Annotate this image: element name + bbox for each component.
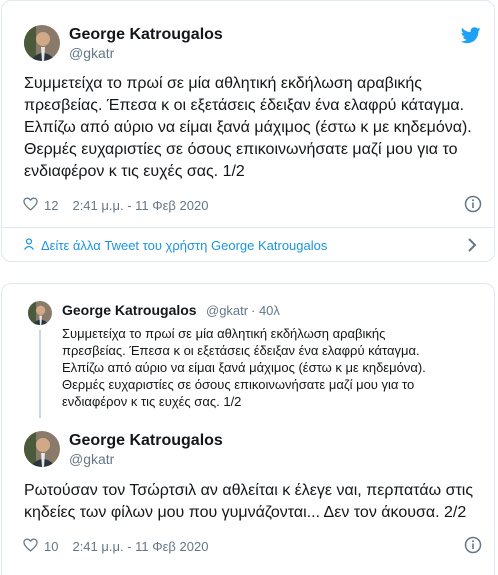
avatar[interactable] bbox=[28, 301, 52, 325]
reply-age: · 40λ bbox=[251, 303, 280, 318]
twitter-bird-icon[interactable] bbox=[460, 27, 481, 49]
reply-text: Συμμετείχα το πρωί σε μία αθλητική εκδήλ… bbox=[62, 326, 426, 409]
divider bbox=[2, 227, 494, 228]
tweet-text: Ρωτούσαν τον Τσώρτσιλ αν αθλείται κ έλεγ… bbox=[24, 482, 474, 521]
timestamp[interactable]: 2:41 μ.μ. - 11 Φεβ 2020 bbox=[72, 539, 208, 554]
tweet-card-1: George Katrougalos @gkatr Συμμετείχα το … bbox=[1, 0, 495, 262]
like-count[interactable]: 12 bbox=[44, 198, 58, 213]
tweet-text: Συμμετείχα το πρωί σε μία αθλητική εκδήλ… bbox=[24, 75, 472, 180]
reply-context: George Katrougalos @gkatr · 40λ Συμμετεί… bbox=[24, 296, 484, 420]
like-count[interactable]: 10 bbox=[44, 539, 58, 554]
reply-author-name[interactable]: George Katrougalos bbox=[62, 302, 197, 318]
heart-icon[interactable] bbox=[23, 197, 38, 214]
avatar[interactable] bbox=[24, 25, 60, 61]
more-tweets-label[interactable]: Δείτε άλλα Tweet του χρήστη George Katro… bbox=[41, 238, 327, 253]
reply-thread-line bbox=[39, 330, 41, 418]
tweet-card-2: George Katrougalos @gkatr · 40λ Συμμετεί… bbox=[1, 283, 495, 575]
heart-icon[interactable] bbox=[23, 538, 38, 555]
author-name[interactable]: George Katrougalos bbox=[69, 432, 223, 450]
author-name[interactable]: George Katrougalos bbox=[69, 26, 223, 44]
more-tweets-link[interactable]: Δείτε άλλα Tweet του χρήστη George Katro… bbox=[23, 238, 327, 253]
person-icon bbox=[23, 238, 35, 253]
reply-author-handle[interactable]: @gkatr bbox=[206, 303, 248, 318]
avatar[interactable] bbox=[24, 431, 60, 467]
timestamp[interactable]: 2:41 μ.μ. - 11 Φεβ 2020 bbox=[72, 198, 208, 213]
tweet-meta: 12 2:41 μ.μ. - 11 Φεβ 2020 bbox=[23, 197, 208, 214]
author-handle[interactable]: @gkatr bbox=[69, 451, 114, 467]
info-icon[interactable] bbox=[464, 195, 482, 218]
tweet-meta: 10 2:41 μ.μ. - 11 Φεβ 2020 bbox=[23, 538, 208, 555]
info-icon[interactable] bbox=[464, 536, 482, 559]
author-handle[interactable]: @gkatr bbox=[69, 45, 114, 61]
chevron-right-icon[interactable] bbox=[467, 237, 477, 258]
